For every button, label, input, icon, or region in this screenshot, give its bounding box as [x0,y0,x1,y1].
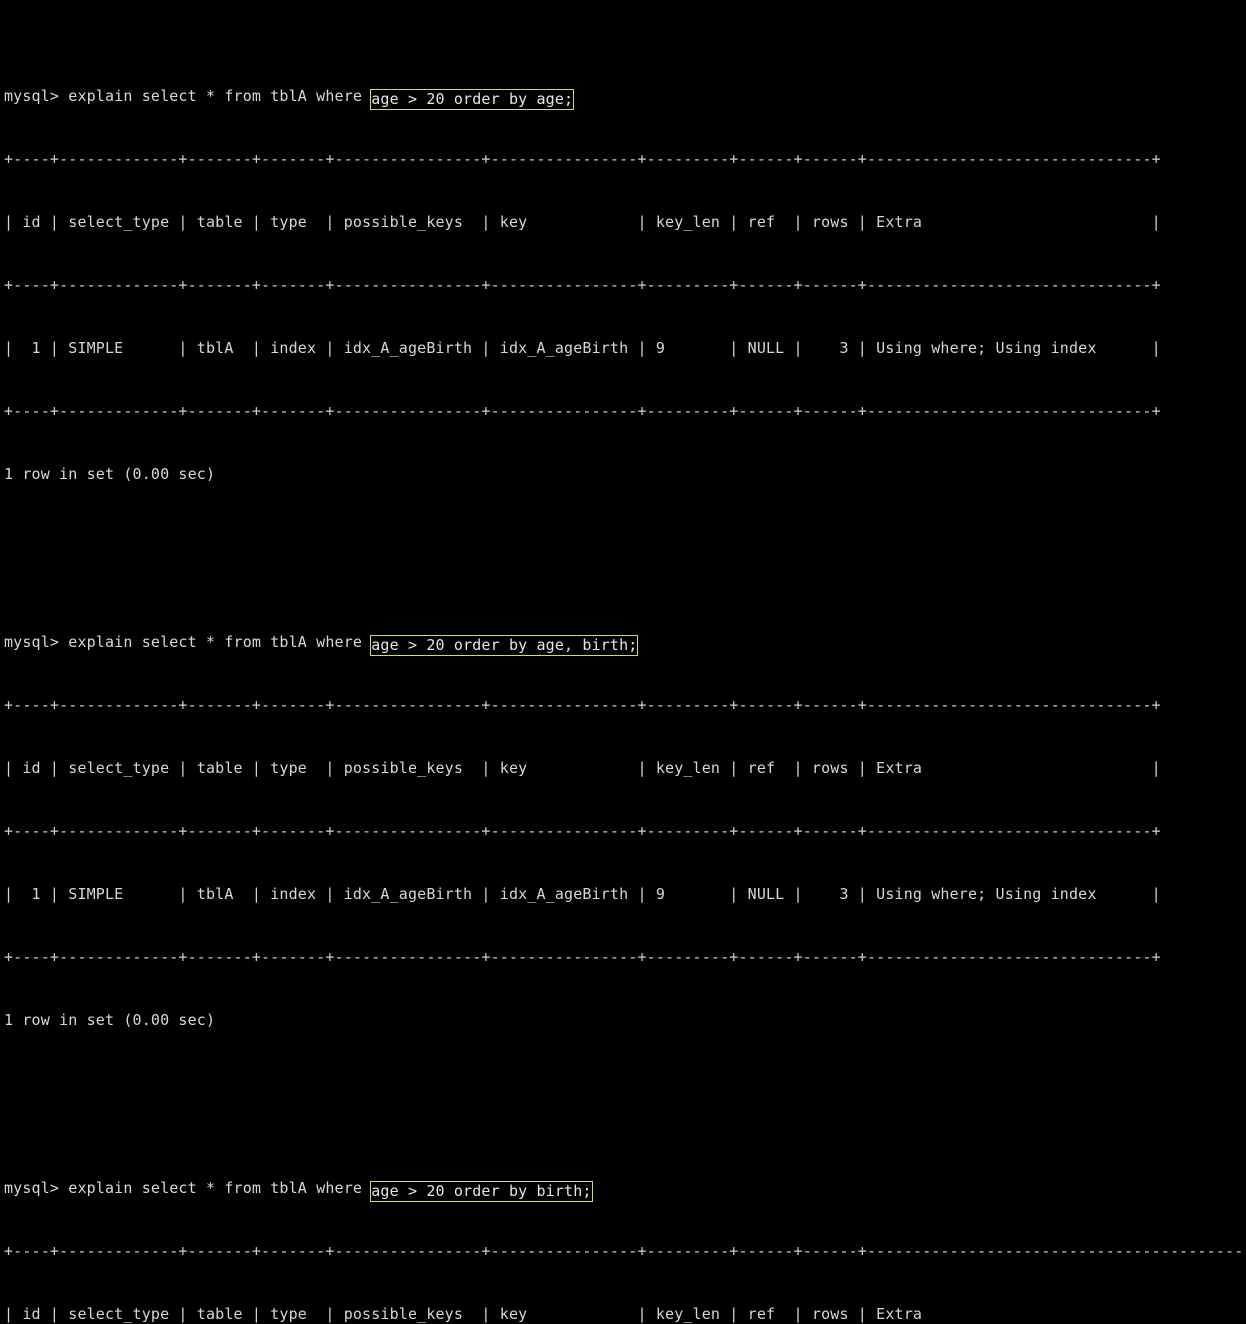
table-rule-top-2: +----+-------------+-------+-------+----… [4,696,1161,714]
result-status-1: 1 row in set (0.00 sec) [4,465,216,483]
highlighted-clause-3: age > 20 order by birth; [370,1181,593,1202]
table-rule-top-3: +----+-------------+-------+-------+----… [4,1242,1246,1260]
table-row: | 1 | SIMPLE | tblA | index | idx_A_ageB… [4,339,1161,357]
table-rule-mid-1: +----+-------------+-------+-------+----… [4,276,1161,294]
terminal-screen[interactable]: mysql> explain select * from tblA where … [4,2,1246,1323]
highlighted-clause-2: age > 20 order by age, birth; [370,635,639,656]
command-line-2[interactable]: mysql> explain select * from tblA where … [4,632,1246,656]
table-rule-bottom-2: +----+-------------+-------+-------+----… [4,948,1161,966]
table-row: | 1 | SIMPLE | tblA | index | idx_A_ageB… [4,885,1161,903]
table-header-1: | id | select_type | table | type | poss… [4,213,1161,231]
command-line-3[interactable]: mysql> explain select * from tblA where … [4,1178,1246,1202]
table-rule-mid-2: +----+-------------+-------+-------+----… [4,822,1161,840]
command-prefix-1: mysql> explain select * from tblA where [4,87,372,105]
command-line-1[interactable]: mysql> explain select * from tblA where … [4,86,1246,110]
table-rule-top-1: +----+-------------+-------+-------+----… [4,150,1161,168]
table-header-2: | id | select_type | table | type | poss… [4,759,1161,777]
command-prefix-3: mysql> explain select * from tblA where [4,1179,372,1197]
table-header-3: | id | select_type | table | type | poss… [4,1305,1246,1323]
result-status-2: 1 row in set (0.00 sec) [4,1011,216,1029]
terminal-window[interactable]: mysql> explain select * from tblA where … [0,0,1246,1323]
command-prefix-2: mysql> explain select * from tblA where [4,633,372,651]
table-rule-bottom-1: +----+-------------+-------+-------+----… [4,402,1161,420]
highlighted-clause-1: age > 20 order by age; [370,89,575,110]
